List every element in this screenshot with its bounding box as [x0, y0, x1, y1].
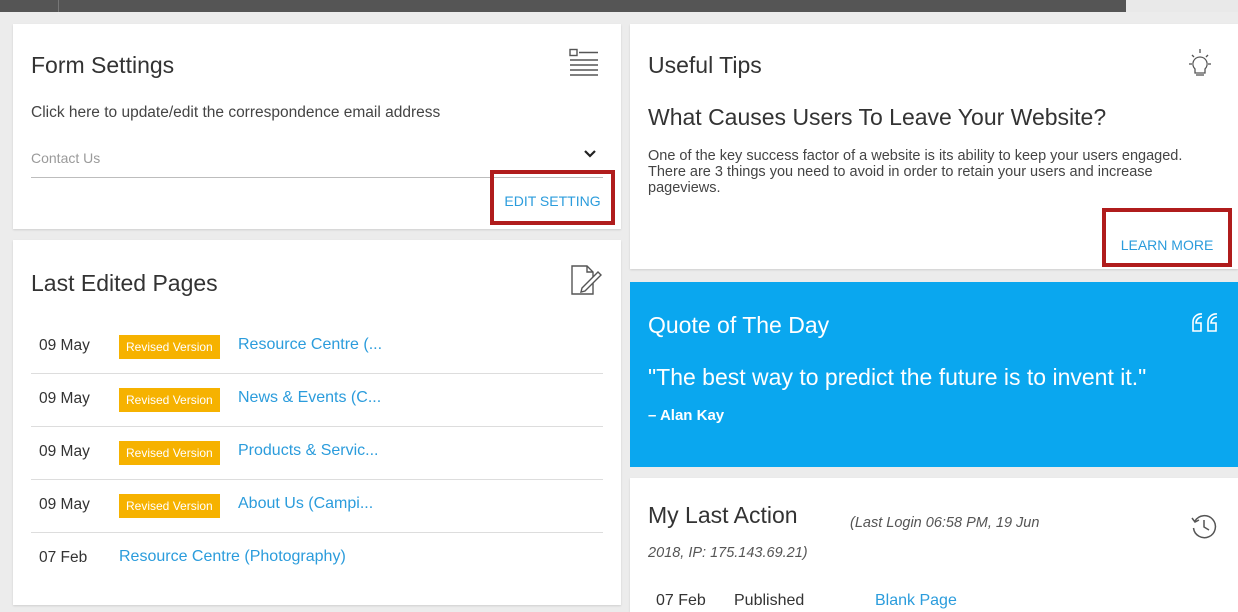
tips-body: One of the key success factor of a websi… — [648, 148, 1183, 196]
chevron-down-icon[interactable] — [583, 146, 597, 160]
action-date: 07 Feb — [656, 592, 706, 609]
revised-version-badge: Revised Version — [119, 388, 220, 412]
page-date: 09 May — [39, 443, 90, 460]
lightbulb-icon — [1186, 48, 1214, 80]
list-icon — [568, 48, 600, 78]
page-link[interactable]: Products & Servic... — [238, 442, 379, 460]
history-icon — [1190, 512, 1218, 540]
useful-tips-title: Useful Tips — [648, 52, 762, 78]
page-date: 09 May — [39, 496, 90, 513]
form-settings-description[interactable]: Click here to update/edit the correspond… — [31, 104, 440, 122]
page-row: 09 May Revised Version Products & Servic… — [31, 427, 603, 480]
page-row: 09 May Revised Version Resource Centre (… — [31, 321, 603, 374]
last-login-info: (Last Login 06:58 PM, 19 Jun 2018, IP: 1… — [648, 508, 1078, 568]
quote-icon — [1190, 310, 1220, 334]
useful-tips-card: Useful Tips What Causes Users To Leave Y… — [630, 24, 1238, 269]
last-edited-pages-title: Last Edited Pages — [31, 270, 218, 296]
quote-text: "The best way to predict the future is t… — [648, 364, 1147, 390]
page-date: 09 May — [39, 337, 90, 354]
revised-version-badge: Revised Version — [119, 494, 220, 518]
form-select-value: Contact Us — [31, 150, 101, 166]
toolbar-divider — [58, 0, 59, 12]
edit-setting-button[interactable]: EDIT SETTING — [490, 170, 615, 225]
form-settings-title: Form Settings — [31, 52, 175, 78]
page-date: 07 Feb — [39, 549, 88, 566]
page-date: 09 May — [39, 390, 90, 407]
form-settings-card: Form Settings Click here to update/edit … — [13, 24, 621, 229]
top-toolbar — [0, 0, 1238, 12]
revised-version-badge: Revised Version — [119, 335, 220, 359]
last-edited-pages-card: Last Edited Pages 09 May Revised Version… — [13, 240, 621, 605]
quote-of-the-day-card: Quote of The Day "The best way to predic… — [630, 282, 1238, 467]
learn-more-button[interactable]: LEARN MORE — [1102, 208, 1232, 267]
page-row: 09 May Revised Version About Us (Campi..… — [31, 480, 603, 533]
page-link[interactable]: Resource Centre (... — [238, 336, 382, 354]
quote-title: Quote of The Day — [648, 312, 830, 338]
revised-version-badge: Revised Version — [119, 441, 220, 465]
edit-document-icon — [568, 264, 602, 296]
action-status: Published — [734, 592, 805, 609]
page-link[interactable]: About Us (Campi... — [238, 495, 373, 513]
page-link[interactable]: News & Events (C... — [238, 389, 381, 407]
page-row: 09 May Revised Version News & Events (C.… — [31, 374, 603, 427]
last-login-text: (Last Login 06:58 PM, 19 Jun 2018, IP: 1… — [648, 515, 1040, 561]
page-link[interactable]: Resource Centre (Photography) — [119, 548, 346, 566]
quote-author: – Alan Kay — [648, 407, 725, 424]
tips-heading: What Causes Users To Leave Your Website? — [648, 104, 1107, 130]
action-page-link[interactable]: Blank Page — [875, 592, 957, 610]
page-row: 07 Feb Resource Centre (Photography) — [31, 533, 603, 586]
last-action-card: My Last Action (Last Login 06:58 PM, 19 … — [630, 478, 1238, 612]
toolbar-right-area — [1126, 0, 1238, 12]
